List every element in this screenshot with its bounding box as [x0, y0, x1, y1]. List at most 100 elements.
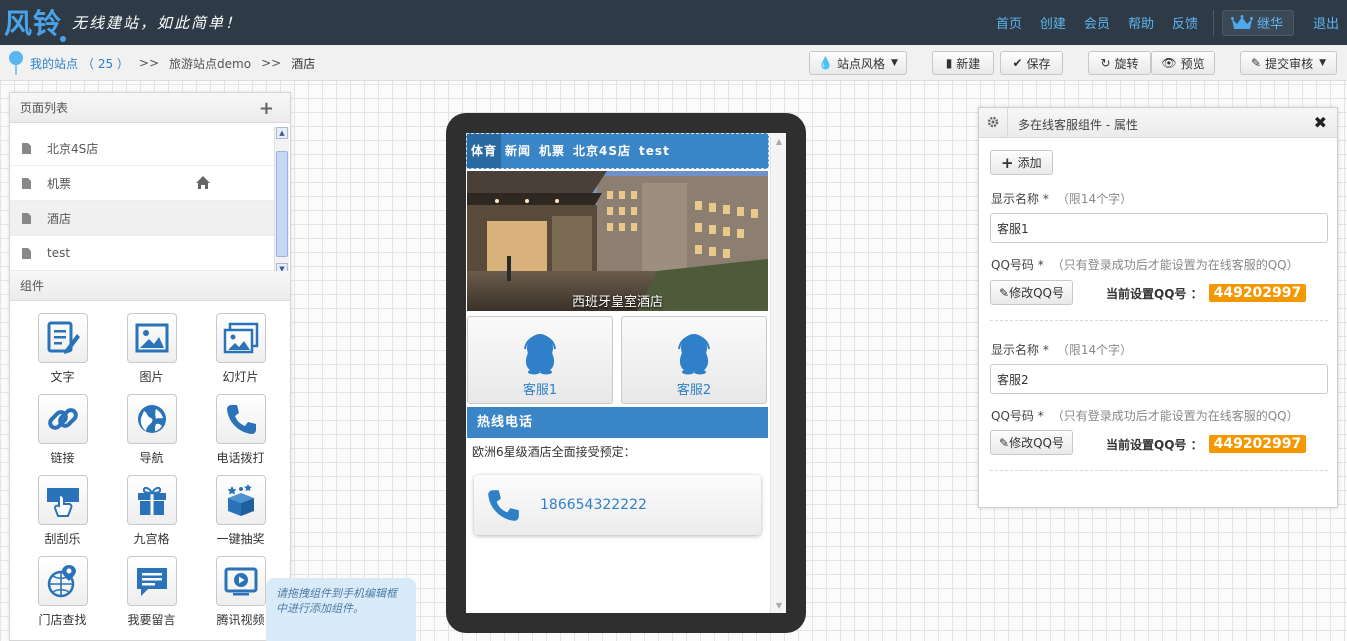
nav-feedback[interactable]: 反馈 [1172, 13, 1198, 32]
property-panel-title: 多在线客服组件 - 属性 [1018, 118, 1138, 132]
component-label: 链接 [50, 451, 75, 465]
component-label: 腾讯视频 [216, 613, 265, 627]
breadcrumb-site[interactable]: 旅游站点demo [169, 55, 251, 72]
property-panel: 多在线客服组件 - 属性 ✖ + 添加 显示名称 * （限14个字） QQ号码 *… [978, 107, 1338, 508]
page-list-scrollbar[interactable]: ▲ ▼ [274, 127, 289, 275]
qq-penguin-icon [678, 334, 710, 375]
phone-icon [226, 405, 256, 434]
component-lottery[interactable]: 一键抽奖 [196, 475, 285, 553]
components-header: 组件 [10, 271, 290, 301]
breadcrumb-my-sites[interactable]: 我的站点 [30, 55, 78, 72]
video-icon [224, 567, 257, 596]
component-scratch-card[interactable]: 刮刮乐 [18, 475, 107, 553]
component-label: 图片 [139, 370, 164, 384]
user-account-button[interactable]: 继华 [1221, 9, 1294, 36]
text-edit-icon [47, 321, 80, 354]
hero-image[interactable]: 西班牙皇室酒店 [467, 171, 768, 311]
add-page-icon[interactable]: + [259, 98, 274, 119]
breadcrumb-current: 酒店 [291, 56, 316, 71]
component-phone-call[interactable]: 电话拨打 [196, 394, 285, 472]
component-slideshow[interactable]: 幻灯片 [196, 313, 285, 391]
qq-number-label: QQ号码 * （只有登录成功后才能设置为在线客服的QQ） [991, 256, 1299, 273]
component-label: 电话拨打 [216, 451, 265, 465]
edit-icon: ✎ [1251, 56, 1262, 70]
map-pin-icon [9, 51, 23, 75]
edit-qq-button[interactable]: ✎ 修改QQ号 [990, 280, 1073, 305]
hotline-title: 热线电话 [467, 407, 768, 438]
edit-icon: ✎ [999, 285, 1010, 300]
store-locator-icon [47, 565, 76, 598]
document-icon [22, 212, 31, 224]
display-name-hint: （限14个字） [1056, 192, 1133, 206]
page-label: 酒店 [47, 211, 72, 226]
component-label: 门店查找 [38, 613, 87, 627]
mobile-nav-item[interactable]: 新闻 [501, 134, 535, 168]
service-button-1[interactable]: 客服1 [467, 316, 613, 404]
user-name: 继华 [1256, 17, 1283, 32]
mobile-nav[interactable]: 体育 新闻 机票 北京4S店 test [466, 133, 769, 169]
display-name-input[interactable] [990, 213, 1328, 243]
check-icon: ✔ [1012, 56, 1023, 70]
gear-icon[interactable] [987, 116, 999, 131]
submit-review-dropdown[interactable]: ✎ 提交审核 ▼ [1240, 51, 1337, 75]
qq-number-badge: 449202997 [1208, 435, 1307, 453]
add-service-button[interactable]: + 添加 [990, 150, 1053, 175]
new-button[interactable]: ▮ 新建 [932, 51, 994, 75]
phone-scrollbar[interactable]: ▲ ▼ [770, 133, 786, 613]
scroll-up-icon[interactable]: ▲ [276, 127, 288, 139]
page-label: 机票 [47, 176, 72, 191]
close-icon[interactable]: ✖ [1314, 113, 1327, 132]
edit-icon: ✎ [999, 435, 1010, 450]
rotate-button[interactable]: ↻ 旋转 [1088, 51, 1151, 75]
mobile-nav-item[interactable]: test [635, 134, 674, 168]
slogan: 无线建站，如此简单！ [72, 13, 243, 32]
component-nine-grid[interactable]: 九宫格 [107, 475, 196, 553]
component-store-finder[interactable]: 门店查找 [18, 556, 107, 634]
scroll-up-icon[interactable]: ▲ [773, 135, 785, 147]
nav-create[interactable]: 创建 [1040, 13, 1066, 32]
page-item[interactable]: test [10, 236, 275, 271]
document-icon [22, 142, 31, 154]
scroll-down-icon[interactable]: ▼ [773, 599, 785, 611]
rotate-label: 旋转 [1114, 56, 1139, 71]
page-item[interactable]: 北京4S店 [10, 131, 275, 166]
call-button[interactable]: 186654322222 [474, 475, 761, 535]
mobile-nav-item[interactable]: 体育 [467, 134, 502, 168]
component-leave-message[interactable]: 我要留言 [107, 556, 196, 634]
file-icon: ▮ [945, 56, 953, 70]
entry-divider [990, 470, 1328, 471]
mobile-nav-item[interactable]: 机票 [535, 134, 569, 168]
edit-qq-button[interactable]: ✎ 修改QQ号 [990, 430, 1073, 455]
display-name-input[interactable] [990, 364, 1328, 394]
phone-icon [488, 490, 519, 521]
preview-button[interactable]: 👁 预览 [1151, 51, 1215, 75]
logo[interactable]: 风铃 无线建站，如此简单！ [4, 2, 242, 42]
globe-icon [137, 405, 166, 433]
site-style-dropdown[interactable]: 💧 站点风格 ▼ [809, 51, 907, 75]
nav-member[interactable]: 会员 [1084, 13, 1110, 32]
top-bar: 风铃 无线建站，如此简单！ 首页 创建 会员 帮助 反馈 继华 退出 [0, 0, 1347, 45]
plus-icon: + [1001, 153, 1014, 172]
page-list-title: 页面列表 [20, 101, 69, 115]
component-label: 一键抽奖 [216, 532, 265, 546]
component-text[interactable]: 文字 [18, 313, 107, 391]
mobile-nav-item[interactable]: 北京4S店 [569, 134, 635, 168]
page-list: 北京4S店 机票 酒店 test [10, 123, 290, 271]
logo-text: 风铃 [4, 7, 63, 40]
nav-help[interactable]: 帮助 [1128, 13, 1154, 32]
page-list-header: 页面列表 + [10, 93, 290, 123]
page-item[interactable]: 机票 [10, 166, 275, 201]
image-icon [135, 323, 168, 353]
service-button-2[interactable]: 客服2 [621, 316, 767, 404]
scroll-thumb[interactable] [276, 151, 288, 257]
component-link[interactable]: 链接 [18, 394, 107, 472]
component-navigation[interactable]: 导航 [107, 394, 196, 472]
save-button[interactable]: ✔ 保存 [1000, 51, 1063, 75]
nav-home[interactable]: 首页 [996, 13, 1022, 32]
save-label: 保存 [1026, 56, 1051, 71]
caret-down-icon: ▼ [1319, 58, 1326, 68]
component-image[interactable]: 图片 [107, 313, 196, 391]
logout-link[interactable]: 退出 [1313, 13, 1339, 32]
hero-caption: 西班牙皇室酒店 [571, 295, 663, 310]
page-item-active[interactable]: 酒店 [10, 201, 275, 236]
